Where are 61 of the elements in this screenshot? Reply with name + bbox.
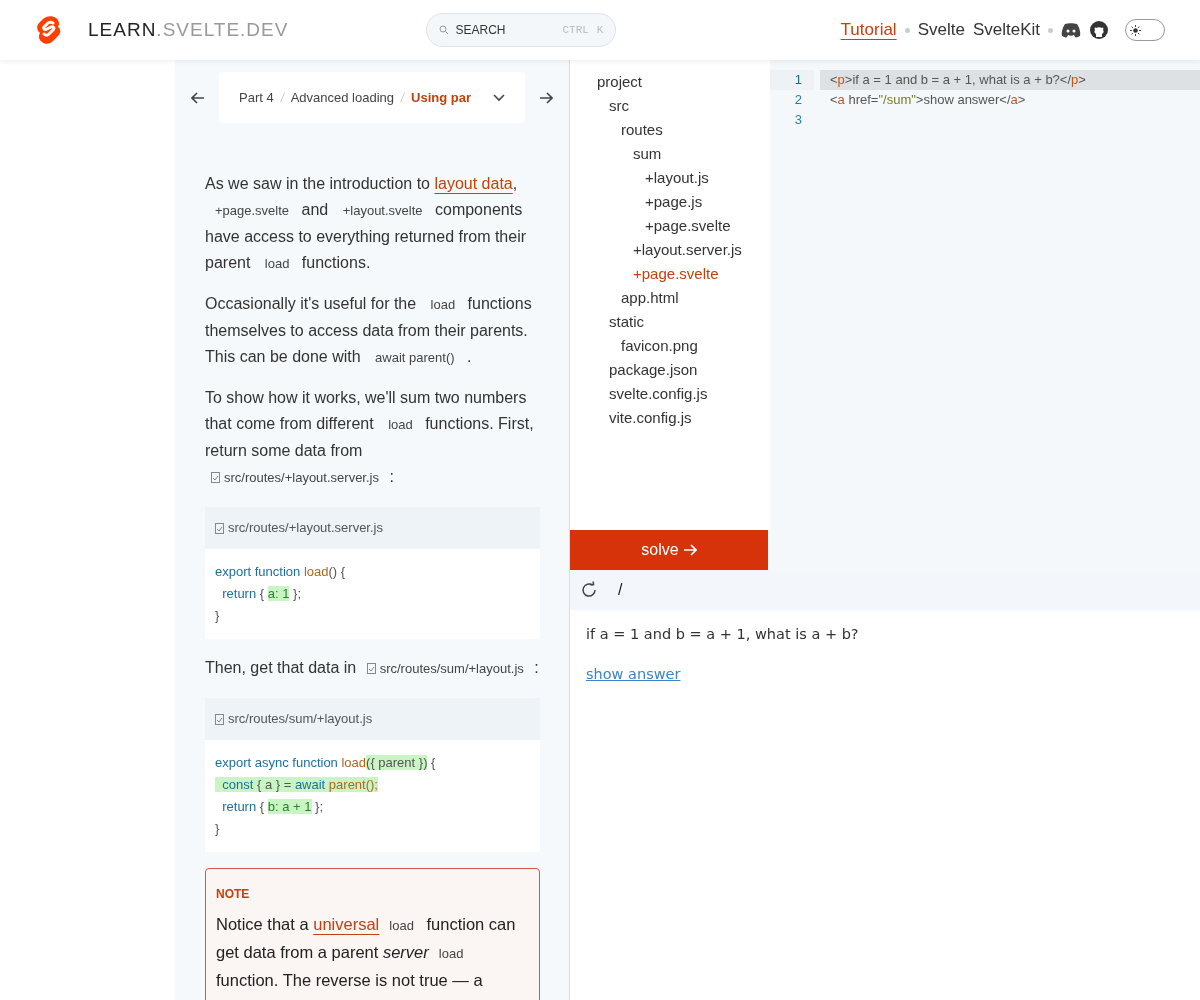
file-icon — [211, 472, 220, 483]
code-line: <a href="/sum">show answer</a> — [829, 91, 1027, 109]
chevron-down-icon[interactable] — [493, 93, 505, 102]
shortcut-key: CTRL — [562, 21, 589, 39]
code-block: export function load() { return { a: 1 }; } — [205, 549, 540, 639]
logo-icon[interactable] — [35, 14, 63, 46]
code-filename: src/routes/+layout.server.js — [205, 507, 540, 549]
file-icon — [215, 713, 224, 725]
site-name[interactable]: LEARN — [88, 15, 157, 45]
preview-text: if a = 1 and b = a + 1, what is a + b? — [586, 625, 860, 644]
preview-link[interactable]: show answer — [586, 665, 681, 682]
file-tree-item[interactable]: vite.config.js — [570, 406, 770, 430]
note-text: Notice that a universal load function can get data from a parent server load function. The reverse is not true — a — [216, 914, 517, 991]
note-label: NOTE — [216, 886, 251, 903]
file-tree-item[interactable]: favicon.png — [570, 334, 770, 358]
file-tree-item[interactable]: svelte.config.js — [570, 382, 770, 406]
file-icon — [215, 522, 224, 534]
breadcrumb-separator — [279, 92, 285, 103]
theme-toggle[interactable] — [1125, 19, 1165, 41]
search-icon — [439, 25, 450, 35]
line-number: 2 — [793, 91, 803, 109]
nav-link[interactable]: Svelte — [917, 17, 965, 43]
paragraph: As we saw in the introduction to layout data, +page.svelte and +layout.svelte components have access to everything returned from their parent load functions. — [205, 174, 528, 273]
line-number: 1 — [770, 70, 814, 90]
file-tree-item[interactable]: +page.svelte — [570, 214, 770, 238]
breadcrumb-item[interactable]: Part 4 — [239, 87, 274, 108]
code-block: export async function load({ parent }) { const { a } = await parent(); return { b: a + 1 }; } — [205, 740, 540, 852]
text-link[interactable]: layout data — [434, 175, 513, 192]
code-filename: src/routes/sum/+layout.js — [205, 698, 540, 740]
text-link[interactable]: universal — [313, 915, 380, 933]
paragraph: Occasionally it's useful for the load functions themselves to access data from their parents. This can be done with await parent() . — [205, 294, 533, 367]
arrow-right-icon — [682, 544, 697, 556]
file-tree-item[interactable]: +layout.server.js — [570, 238, 770, 262]
file-tree-item[interactable]: package.json — [570, 358, 770, 382]
nav-link[interactable]: Tutorial — [840, 17, 897, 43]
breadcrumb-item[interactable]: Advanced loading — [290, 87, 395, 108]
nav-link[interactable]: SvelteKit — [972, 17, 1040, 43]
breadcrumb-item[interactable]: Using par — [411, 87, 471, 108]
file-tree-item[interactable]: sum — [570, 142, 770, 166]
chat-icon[interactable] — [1061, 22, 1081, 38]
file-tree-item[interactable]: +page.js — [570, 190, 770, 214]
reload-icon[interactable] — [580, 581, 598, 599]
file-tree-item[interactable]: +layout.js — [570, 166, 770, 190]
search-field[interactable]: SEARCH CTRL K — [426, 13, 617, 47]
paragraph: Then, get that data in src/routes/sum/+layout.js : — [205, 658, 540, 678]
file-icon — [366, 663, 376, 674]
breadcrumb-separator — [400, 92, 406, 103]
solve-button[interactable]: solve — [570, 530, 768, 570]
line-number: 3 — [793, 111, 803, 129]
file-tree-item[interactable]: routes — [570, 118, 770, 142]
paragraph: To show how it works, we'll sum two numbers that come from different load functions. First, return some data from src/routes/+layout.server.js : — [205, 388, 535, 487]
url-path[interactable]: / — [618, 578, 623, 602]
file-tree-item[interactable]: +page.svelte — [570, 262, 770, 286]
file-tree-item[interactable]: src — [570, 94, 770, 118]
shortcut-key: K — [596, 21, 604, 39]
github-icon[interactable] — [1089, 20, 1109, 40]
file-tree-item[interactable]: app.html — [570, 286, 770, 310]
sun-icon — [1130, 24, 1141, 36]
file-tree-item[interactable]: project — [570, 70, 770, 94]
breadcrumb-bar[interactable]: Part 4 Advanced loading Using par — [219, 72, 525, 123]
file-tree-item[interactable]: static — [570, 310, 770, 334]
